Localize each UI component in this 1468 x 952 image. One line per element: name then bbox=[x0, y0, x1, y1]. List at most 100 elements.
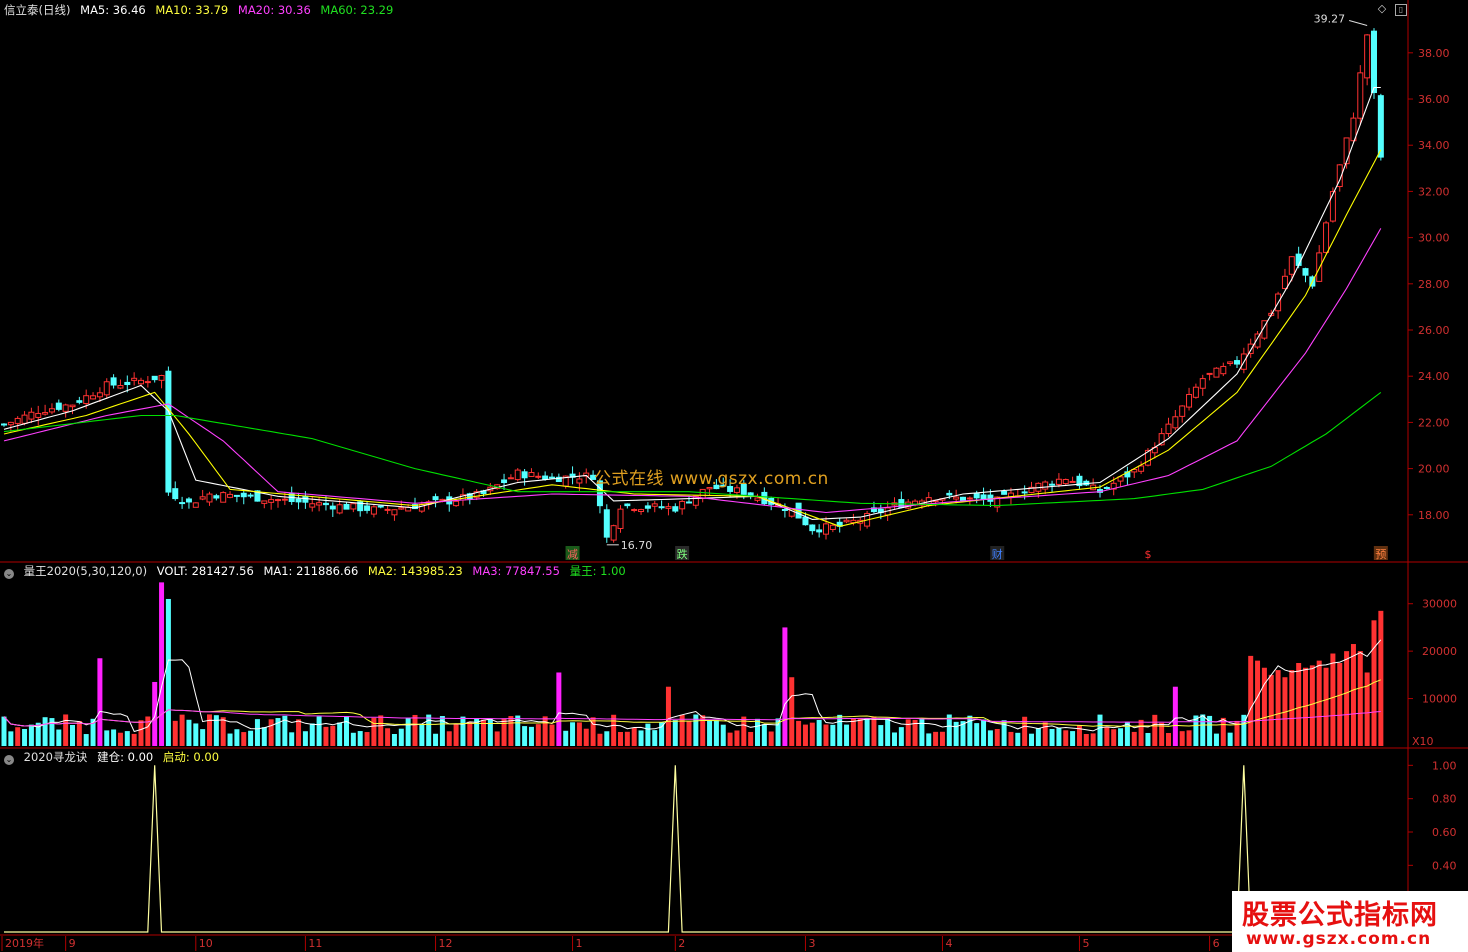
candle-body bbox=[295, 498, 302, 503]
volume-bar bbox=[357, 731, 363, 746]
candle-body bbox=[1055, 478, 1062, 485]
candle-body bbox=[1302, 268, 1309, 276]
candle-body bbox=[131, 377, 138, 381]
volume-bar bbox=[172, 720, 178, 746]
stock-title[interactable]: 信立泰(日线) bbox=[4, 3, 70, 17]
candle-body bbox=[268, 499, 275, 503]
settings-icon[interactable]: ⌄ bbox=[4, 755, 14, 765]
volume-bar bbox=[426, 714, 432, 746]
volume-bar bbox=[570, 722, 576, 746]
volume-bar bbox=[522, 726, 528, 746]
indicator-tick-label: 0.80 bbox=[1432, 793, 1457, 806]
candle-body bbox=[603, 509, 610, 538]
volume-bar bbox=[254, 719, 260, 746]
volume-unit-label: X10 bbox=[1412, 735, 1434, 748]
volume-bar bbox=[15, 727, 21, 746]
volume-bar bbox=[104, 730, 110, 746]
volume-bar bbox=[1, 716, 7, 746]
volume-bar bbox=[987, 730, 993, 746]
vol-ma1-value: MA1: 211886.66 bbox=[263, 564, 359, 578]
price-tick-label: 38.00 bbox=[1418, 47, 1450, 60]
volume-bar bbox=[1070, 731, 1076, 746]
volume-bar bbox=[631, 727, 637, 746]
volume-bar bbox=[97, 658, 103, 746]
settings-icon[interactable]: ⌄ bbox=[4, 569, 14, 579]
candle-body bbox=[1329, 191, 1336, 222]
volume-bar bbox=[1049, 728, 1055, 746]
volume-bar bbox=[1063, 730, 1069, 746]
price-tick-label: 22.00 bbox=[1418, 416, 1450, 429]
candle-body bbox=[651, 503, 658, 507]
volume-bar bbox=[563, 730, 569, 746]
candle-body bbox=[507, 477, 514, 480]
main-panel-header: 信立泰(日线) MA5: 36.46 MA10: 33.79 MA20: 30.… bbox=[4, 2, 399, 18]
candle-body bbox=[96, 392, 103, 398]
volume-bar bbox=[234, 729, 240, 746]
volume-bar bbox=[974, 723, 980, 746]
volume-bar bbox=[289, 732, 295, 746]
candle-body bbox=[576, 478, 583, 484]
candle-body bbox=[165, 370, 172, 493]
candle-body bbox=[1001, 490, 1008, 495]
ma5-value: MA5: 36.46 bbox=[80, 3, 146, 17]
event-marker: 减 bbox=[567, 548, 578, 561]
candle-body bbox=[377, 505, 384, 508]
candle-body bbox=[747, 492, 754, 497]
volume-bar bbox=[939, 731, 945, 746]
volume-bar bbox=[398, 728, 404, 746]
indicator-panel-header: ⌄ 2020寻龙诀 建仓: 0.00 启动: 0.00 bbox=[0, 749, 225, 765]
volume-bar bbox=[535, 724, 541, 746]
volume-bar bbox=[816, 719, 822, 746]
volume-bar bbox=[1213, 733, 1219, 746]
indicator-name[interactable]: 2020寻龙诀 bbox=[24, 750, 88, 764]
candle-body bbox=[1281, 275, 1288, 289]
volume-bar bbox=[138, 720, 144, 746]
volume-bar bbox=[1364, 672, 1370, 746]
candle-body bbox=[1192, 386, 1199, 398]
candle-body bbox=[1172, 416, 1179, 429]
candle-body bbox=[1165, 423, 1172, 435]
volume-bar bbox=[1357, 651, 1363, 746]
volume-bar bbox=[748, 731, 754, 746]
volume-bar bbox=[652, 730, 658, 746]
volume-bar bbox=[638, 730, 644, 746]
volume-bar bbox=[385, 728, 391, 746]
diamond-icon[interactable]: ◇ bbox=[1377, 3, 1387, 14]
ma5-line bbox=[3, 86, 1381, 520]
candle-body bbox=[172, 488, 179, 500]
candle-body bbox=[185, 498, 192, 503]
volume-bar bbox=[659, 722, 665, 746]
time-axis-label: 9 bbox=[69, 937, 76, 950]
volume-indicator-name[interactable]: 量王2020(5,30,120,0) bbox=[24, 564, 147, 578]
candle-body bbox=[1062, 479, 1069, 485]
volume-bar bbox=[1378, 610, 1384, 746]
candle-body bbox=[1316, 252, 1323, 282]
volume-bar bbox=[124, 731, 130, 746]
price-tick-label: 20.00 bbox=[1418, 463, 1450, 476]
candle-body bbox=[247, 494, 254, 497]
candle-body bbox=[83, 395, 90, 404]
time-axis-label: 2019年 bbox=[5, 936, 44, 950]
volume-bar bbox=[302, 731, 308, 746]
candle-body bbox=[391, 509, 398, 516]
volume-bar bbox=[337, 722, 343, 746]
candle-body bbox=[329, 505, 336, 510]
candle-body bbox=[1364, 34, 1371, 79]
candle-body bbox=[90, 395, 97, 400]
window-toggle-icon[interactable]: ▯ bbox=[1395, 4, 1407, 16]
volume-bar bbox=[220, 717, 226, 746]
candle-body bbox=[227, 493, 234, 498]
volume-bar bbox=[994, 728, 1000, 746]
volume-bar bbox=[1255, 660, 1261, 746]
candle-body bbox=[179, 502, 186, 505]
volume-bar bbox=[1350, 644, 1356, 746]
volume-bar bbox=[1248, 655, 1254, 746]
volume-bar bbox=[494, 731, 500, 746]
event-marker: $ bbox=[1144, 548, 1151, 561]
volume-bar bbox=[391, 734, 397, 746]
candle-body bbox=[549, 476, 555, 479]
candle-body bbox=[213, 495, 220, 499]
volume-bar bbox=[796, 720, 802, 746]
candle-body bbox=[973, 493, 980, 499]
candle-body bbox=[960, 496, 966, 502]
